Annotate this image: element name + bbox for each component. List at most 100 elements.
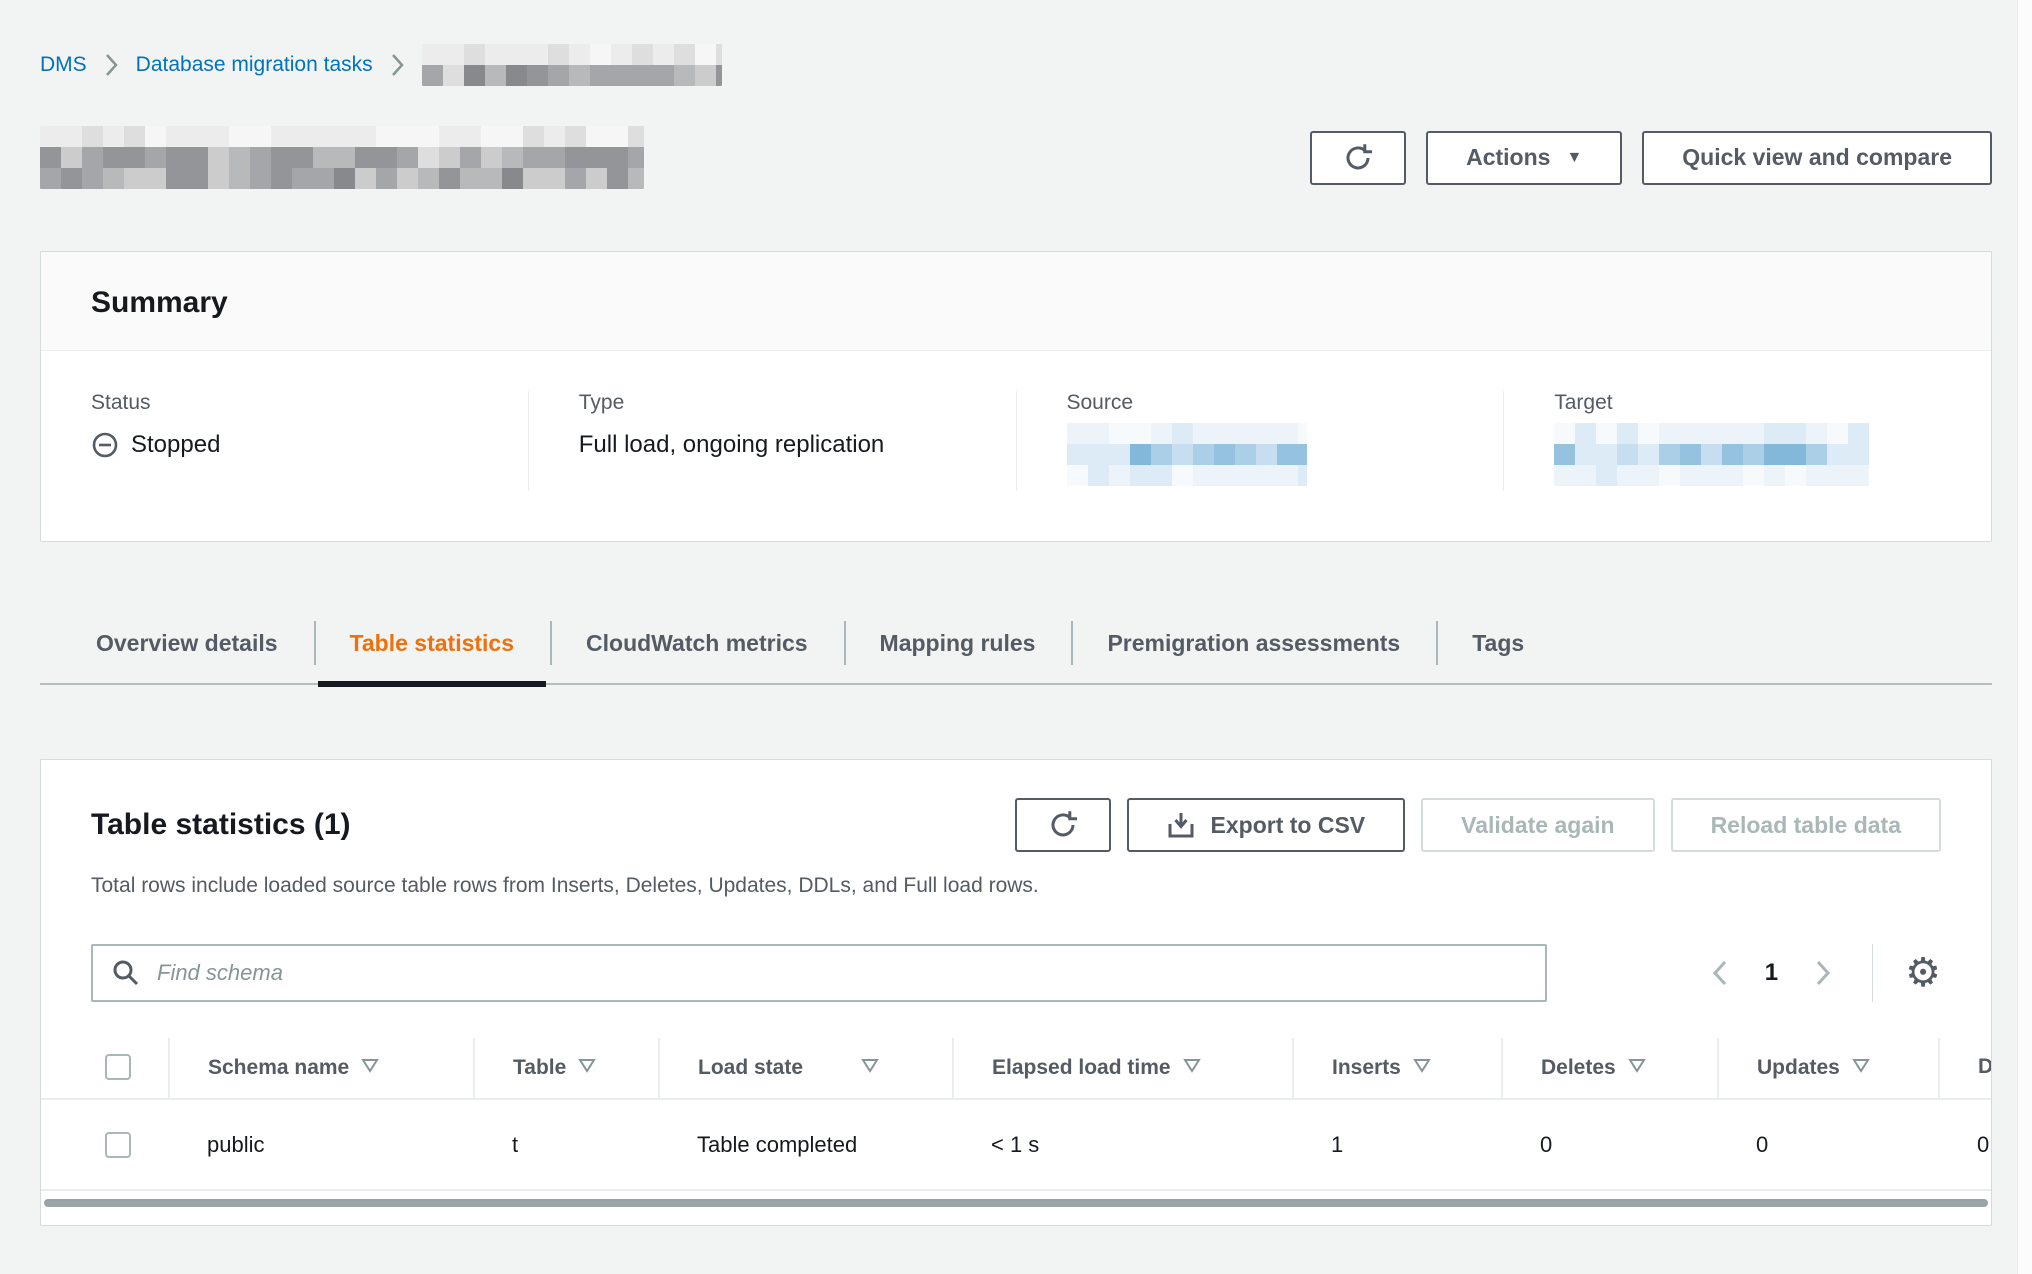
table-statistics-description: Total rows include loaded source table r…: [41, 874, 1991, 898]
caret-down-icon: ▼: [1566, 150, 1582, 166]
schema-search-input[interactable]: [91, 944, 1547, 1002]
tab-mapping-rules[interactable]: Mapping rules: [844, 608, 1072, 683]
redacted-task-name-breadcrumb: [422, 44, 722, 86]
sort-icon[interactable]: [361, 1055, 379, 1079]
validate-again-button[interactable]: Validate again: [1421, 798, 1654, 852]
column-header-updates[interactable]: Updates: [1718, 1038, 1939, 1099]
pagination-divider: [1872, 944, 1873, 1002]
breadcrumb-chevron-icon: [105, 53, 118, 77]
column-header-load-state[interactable]: Load state: [659, 1038, 953, 1099]
search-icon: [111, 958, 141, 988]
redacted-target-endpoint: [1554, 423, 1869, 486]
sort-icon[interactable]: [1183, 1055, 1201, 1079]
summary-card-header: Summary: [41, 252, 1991, 351]
column-header-elapsed-load-time[interactable]: Elapsed load time: [953, 1038, 1293, 1099]
tab-overview-details[interactable]: Overview details: [60, 608, 314, 683]
summary-field-type: Type Full load, ongoing replication: [528, 391, 1016, 491]
table-refresh-button[interactable]: [1015, 798, 1111, 852]
type-value: Full load, ongoing replication: [579, 431, 972, 459]
breadcrumb-link-dms[interactable]: DMS: [40, 53, 87, 77]
cell-load-state: Table completed: [659, 1099, 953, 1190]
column-label: Elapsed load time: [992, 1056, 1171, 1079]
sort-icon[interactable]: [1852, 1055, 1870, 1079]
sort-icon[interactable]: [861, 1055, 879, 1079]
tab-tags[interactable]: Tags: [1436, 608, 1560, 683]
gear-icon[interactable]: ⚙: [1905, 953, 1941, 993]
column-label: DDLs: [1978, 1055, 1992, 1078]
sort-icon[interactable]: [1628, 1055, 1646, 1079]
page-header: Actions ▼ Quick view and compare: [40, 126, 1992, 189]
summary-body: Status Stopped Type Full load, ongoing r…: [41, 351, 1991, 541]
current-page-number[interactable]: 1: [1765, 959, 1778, 987]
table-statistics-title: Table statistics (1): [91, 808, 351, 842]
summary-field-status: Status Stopped: [41, 391, 528, 491]
cell-table: t: [474, 1099, 659, 1190]
status-label: Status: [91, 391, 484, 415]
row-checkbox[interactable]: [105, 1132, 131, 1158]
cell-deletes: 0: [1502, 1099, 1718, 1190]
source-label: Source: [1067, 391, 1460, 415]
table-statistics-card: Table statistics (1) Export to CSV Valid…: [40, 759, 1992, 1226]
cell-ddls: 0: [1939, 1099, 1992, 1190]
schema-search: [91, 944, 1547, 1002]
header-actions: Actions ▼ Quick view and compare: [1310, 131, 1992, 185]
task-detail-tabs: Overview details Table statistics CloudW…: [40, 608, 1992, 685]
cell-inserts: 1: [1293, 1099, 1502, 1190]
status-stopped-icon: [91, 431, 119, 459]
quick-view-compare-button[interactable]: Quick view and compare: [1642, 131, 1992, 185]
column-label: Inserts: [1332, 1056, 1401, 1079]
column-header-ddls[interactable]: DDLs: [1939, 1038, 1992, 1099]
refresh-button[interactable]: [1310, 131, 1406, 185]
column-label: Deletes: [1541, 1056, 1616, 1079]
dms-task-page: DMS Database migration tasks Actions ▼ Q…: [0, 0, 2032, 1226]
page-scrollbar-track[interactable]: [2017, 0, 2032, 1274]
target-label: Target: [1554, 391, 1947, 415]
table-statistics-buttons: Export to CSV Validate again Reload tabl…: [1015, 798, 1941, 852]
reload-table-data-button[interactable]: Reload table data: [1671, 798, 1941, 852]
tab-cloudwatch-metrics[interactable]: CloudWatch metrics: [550, 608, 844, 683]
page-next-icon[interactable]: [1806, 958, 1840, 988]
cell-schema-name: public: [169, 1099, 474, 1190]
column-label: Updates: [1757, 1056, 1840, 1079]
breadcrumb-chevron-icon: [391, 53, 404, 77]
horizontal-scrollbar[interactable]: [44, 1199, 1988, 1207]
sort-icon[interactable]: [1413, 1055, 1431, 1079]
breadcrumb-link-tasks[interactable]: Database migration tasks: [136, 53, 373, 77]
tab-table-statistics[interactable]: Table statistics: [314, 608, 550, 683]
status-text: Stopped: [131, 431, 220, 459]
cell-updates: 0: [1718, 1099, 1939, 1190]
column-header-deletes[interactable]: Deletes: [1502, 1038, 1718, 1099]
column-label: Load state: [698, 1056, 803, 1079]
select-all-checkbox[interactable]: [105, 1054, 131, 1080]
refresh-icon: [1343, 143, 1373, 173]
page-prev-icon[interactable]: [1703, 958, 1737, 988]
table-header-row: Schema name Table Load state Elapsed loa…: [41, 1038, 1992, 1099]
table-row: public t Table completed < 1 s 1 0 0 0: [41, 1099, 1992, 1190]
actions-button-label: Actions: [1466, 144, 1550, 171]
column-header-schema-name[interactable]: Schema name: [169, 1038, 474, 1099]
summary-title: Summary: [91, 286, 1941, 320]
column-header-inserts[interactable]: Inserts: [1293, 1038, 1502, 1099]
table-statistics-header: Table statistics (1) Export to CSV Valid…: [41, 798, 1991, 852]
pagination: 1 ⚙: [1703, 944, 1941, 1002]
export-csv-button[interactable]: Export to CSV: [1127, 798, 1406, 852]
redacted-page-title: [40, 126, 644, 189]
column-label: Table: [513, 1056, 566, 1079]
breadcrumb: DMS Database migration tasks: [40, 0, 1992, 86]
refresh-icon: [1048, 810, 1078, 840]
sort-icon[interactable]: [578, 1055, 596, 1079]
reload-table-data-label: Reload table data: [1711, 812, 1901, 839]
tab-premigration-assessments[interactable]: Premigration assessments: [1071, 608, 1436, 683]
type-label: Type: [579, 391, 972, 415]
status-value: Stopped: [91, 431, 484, 459]
table-statistics-table: Schema name Table Load state Elapsed loa…: [41, 1038, 1992, 1191]
column-label: Schema name: [208, 1056, 349, 1079]
summary-field-source: Source: [1016, 391, 1504, 491]
table-toolbar: 1 ⚙: [41, 944, 1991, 1002]
redacted-source-endpoint: [1067, 423, 1307, 486]
quick-view-label: Quick view and compare: [1682, 144, 1952, 171]
export-csv-label: Export to CSV: [1211, 812, 1366, 839]
column-header-table[interactable]: Table: [474, 1038, 659, 1099]
actions-button[interactable]: Actions ▼: [1426, 131, 1622, 185]
summary-card: Summary Status Stopped Type Full load, o…: [40, 251, 1992, 542]
